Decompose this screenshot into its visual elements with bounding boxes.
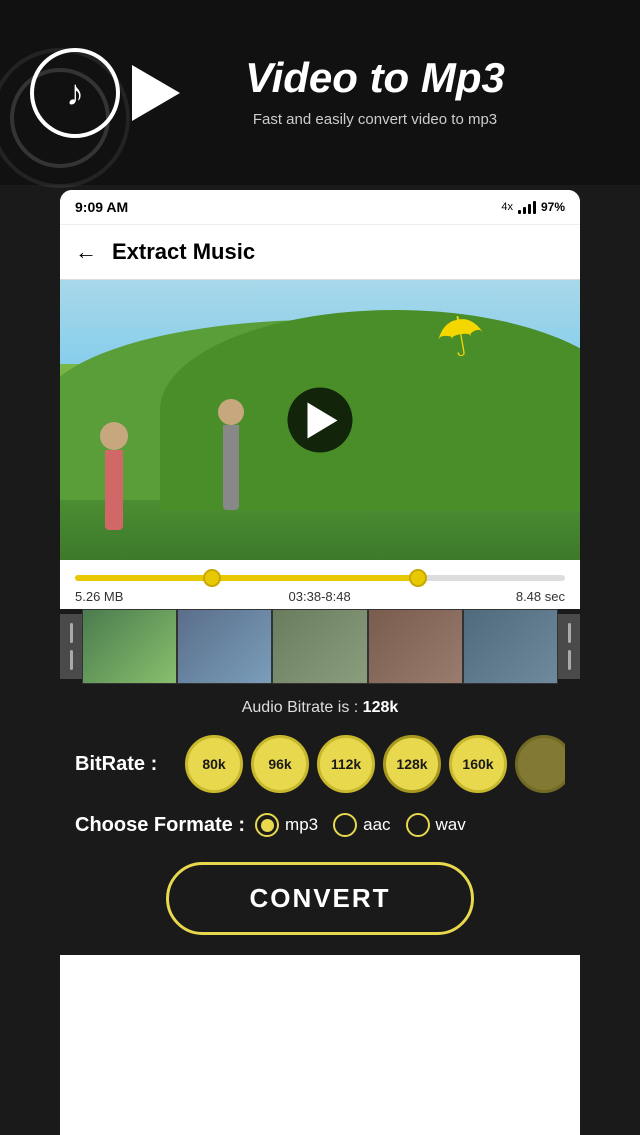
bitrate-info: Audio Bitrate is : 128k xyxy=(75,699,565,717)
back-button[interactable]: ← xyxy=(75,239,97,265)
status-time: 9:09 AM xyxy=(75,199,128,215)
bitrate-value: 128k xyxy=(363,699,399,716)
time-range: 03:38-8:48 xyxy=(289,589,351,604)
film-frame-4 xyxy=(368,609,463,684)
handle-line-1 xyxy=(70,623,73,643)
radio-mp3 xyxy=(255,813,279,837)
status-bar: 9:09 AM 4x 97% xyxy=(60,190,580,225)
handle-line-3 xyxy=(568,623,571,643)
network-icon: 4x xyxy=(501,201,513,213)
bar3 xyxy=(528,204,531,214)
signal-bars xyxy=(518,200,536,214)
format-mp3[interactable]: mp3 xyxy=(255,813,318,837)
convert-button[interactable]: CONVERT xyxy=(166,862,473,935)
music-note-icon: ♪ xyxy=(66,72,84,114)
bitrate-128k[interactable]: 128k xyxy=(383,735,441,793)
app-title: Video to Mp3 xyxy=(160,55,590,101)
file-size: 5.26 MB xyxy=(75,589,123,604)
phone-frame: 9:09 AM 4x 97% ← Extract Music ☂ xyxy=(60,190,580,1135)
video-player[interactable]: ☂ xyxy=(60,280,580,560)
screen-title: Extract Music xyxy=(112,239,255,265)
play-icon xyxy=(308,402,338,438)
handle-line-4 xyxy=(568,650,571,670)
bitrate-row: BitRate : 80k 96k 112k 128k 160k xyxy=(75,735,565,793)
format-row-label: Choose Formate : xyxy=(75,814,245,837)
film-frame-3 xyxy=(272,609,367,684)
timeline-area: 5.26 MB 03:38-8:48 8.48 sec xyxy=(60,560,580,609)
radio-wav xyxy=(406,813,430,837)
play-triangle-icon xyxy=(132,65,180,121)
film-frame-1 xyxy=(82,609,177,684)
app-subtitle: Fast and easily convert video to mp3 xyxy=(160,109,590,130)
convert-btn-wrap: CONVERT xyxy=(75,862,565,935)
trim-handle-left[interactable] xyxy=(203,569,221,587)
figure-man xyxy=(218,399,244,510)
logo-circle: ♪ xyxy=(30,48,120,138)
format-wav[interactable]: wav xyxy=(406,813,466,837)
logo-area: ♪ xyxy=(30,28,160,158)
format-aac[interactable]: aac xyxy=(333,813,390,837)
bitrate-row-label: BitRate : xyxy=(75,753,175,776)
figure-woman xyxy=(100,422,128,530)
radio-mp3-inner xyxy=(261,819,274,832)
film-frame-5 xyxy=(463,609,558,684)
radio-aac xyxy=(333,813,357,837)
app-header: ← Extract Music xyxy=(60,225,580,280)
format-wav-label: wav xyxy=(436,815,466,835)
bar1 xyxy=(518,210,521,214)
film-handle-right[interactable] xyxy=(558,614,580,679)
format-options: mp3 aac wav xyxy=(255,813,466,837)
play-button[interactable] xyxy=(288,388,353,453)
progress-track[interactable] xyxy=(75,575,565,581)
trim-handle-right[interactable] xyxy=(409,569,427,587)
format-row: Choose Formate : mp3 aac wav xyxy=(75,813,565,837)
film-frame-2 xyxy=(177,609,272,684)
header-text: Video to Mp3 Fast and easily convert vid… xyxy=(160,55,610,130)
bar4 xyxy=(533,201,536,214)
bar2 xyxy=(523,207,526,214)
filmstrip xyxy=(60,609,580,684)
bitrate-80k[interactable]: 80k xyxy=(185,735,243,793)
bitrate-160k[interactable]: 160k xyxy=(449,735,507,793)
progress-fill xyxy=(75,575,418,581)
battery-icon: 97% xyxy=(541,200,565,214)
header-section: ♪ Video to Mp3 Fast and easily convert v… xyxy=(0,0,640,185)
status-icons: 4x 97% xyxy=(501,200,565,214)
bitrate-96k[interactable]: 96k xyxy=(251,735,309,793)
bitrate-options: 80k 96k 112k 128k 160k xyxy=(185,735,565,793)
handle-line-2 xyxy=(70,650,73,670)
bitrate-112k[interactable]: 112k xyxy=(317,735,375,793)
bitrate-more[interactable] xyxy=(515,735,565,793)
film-handle-left[interactable] xyxy=(60,614,82,679)
format-aac-label: aac xyxy=(363,815,390,835)
duration: 8.48 sec xyxy=(516,589,565,604)
format-mp3-label: mp3 xyxy=(285,815,318,835)
scene-figures xyxy=(100,419,244,530)
time-info: 5.26 MB 03:38-8:48 8.48 sec xyxy=(75,589,565,604)
umbrella-icon: ☂ xyxy=(431,301,491,373)
bottom-panel: Audio Bitrate is : 128k BitRate : 80k 96… xyxy=(60,684,580,955)
film-frames xyxy=(82,609,558,684)
